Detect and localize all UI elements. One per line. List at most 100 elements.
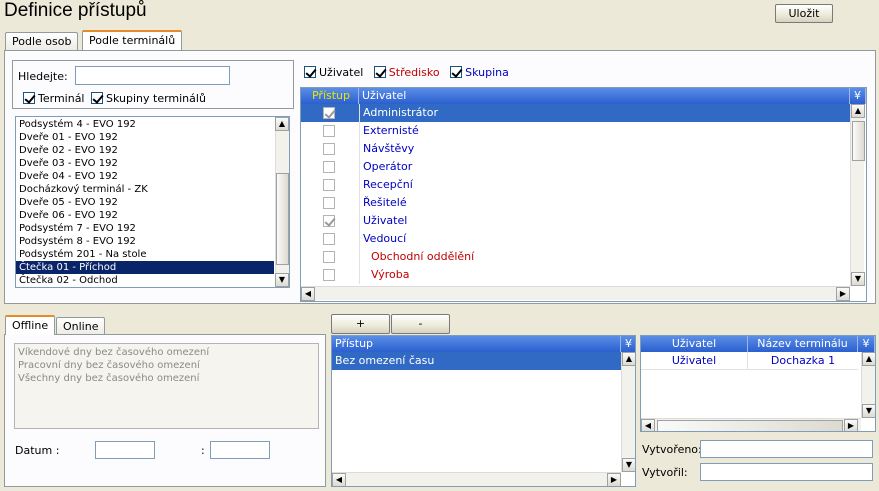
scroll-left-icon[interactable]: ◀	[641, 419, 655, 431]
access-grid-row[interactable]: Výroba	[301, 266, 850, 284]
scroll-left-icon[interactable]: ◀	[301, 287, 315, 301]
terminal-list-item[interactable]: Čtečka 01 - Příchod	[16, 261, 274, 274]
column-chooser-icon[interactable]: ¥	[858, 336, 875, 352]
add-access-button[interactable]: +	[331, 314, 390, 334]
tab-offline[interactable]: Offline	[5, 315, 56, 335]
access-grid-vscroll[interactable]: ▲ ▼	[850, 104, 865, 286]
scroll-down-icon[interactable]: ▼	[622, 458, 635, 472]
offline-list[interactable]: Víkendové dny bez časového omezení Pracov…	[14, 343, 319, 429]
terminal-list-item[interactable]: Dveře 03 - EVO 192	[16, 157, 274, 170]
remove-access-button[interactable]: -	[391, 314, 450, 334]
access-checkbox[interactable]	[323, 269, 335, 281]
terminal-checkbox[interactable]	[23, 92, 35, 104]
ut-vscroll[interactable]: ▲ ▼	[861, 352, 875, 418]
access-checkbox[interactable]	[323, 215, 335, 227]
user-name: Výroba	[371, 268, 410, 281]
access-grid-row[interactable]: Řešitelé	[301, 194, 850, 212]
row-divider	[359, 158, 360, 176]
scroll-right-icon[interactable]: ▶	[607, 473, 621, 486]
scroll-up-icon[interactable]: ▲	[851, 104, 865, 118]
user-terminal-grid: Uživatel Název terminálu ¥ Uživatel Docha…	[640, 335, 876, 432]
scroll-left-icon[interactable]: ◀	[332, 473, 346, 486]
access-checkbox[interactable]	[323, 179, 335, 191]
date-to-input[interactable]	[210, 441, 270, 459]
terminal-list-scrollbar[interactable]: ▲ ▼	[275, 117, 289, 287]
offline-list-item[interactable]: Pracovní dny bez časového omezení	[15, 359, 209, 372]
group-filter-checkbox[interactable]	[450, 66, 463, 78]
access-grid-row[interactable]: Administrátor	[301, 104, 850, 122]
access-checkbox[interactable]	[323, 197, 335, 209]
scroll-thumb[interactable]	[276, 173, 289, 265]
tab-by-terminals[interactable]: Podle terminálů	[82, 30, 183, 50]
row-divider	[359, 266, 360, 284]
access-list-hscroll[interactable]: ◀ ▶	[332, 472, 621, 486]
scroll-up-icon[interactable]: ▲	[275, 117, 289, 131]
save-button[interactable]: Uložit	[775, 4, 833, 23]
terminal-list-item[interactable]: Dveře 06 - EVO 192	[16, 209, 274, 222]
scroll-down-icon[interactable]: ▼	[862, 404, 875, 418]
scroll-thumb[interactable]	[852, 121, 865, 161]
ut-hscroll[interactable]: ◀ ▶	[641, 418, 861, 431]
terminal-list[interactable]: Podsystém 4 - EVO 192 Dveře 01 - EVO 192 D…	[15, 116, 290, 288]
access-grid-row[interactable]: Návštěvy	[301, 140, 850, 158]
access-grid-row[interactable]: Uživatel	[301, 212, 850, 230]
access-checkbox[interactable]	[323, 107, 335, 119]
column-chooser-icon[interactable]: ¥	[621, 336, 635, 352]
access-column-header[interactable]: Přístup	[301, 88, 359, 104]
terminal-list-item[interactable]: Dveře 02 - EVO 192	[16, 144, 274, 157]
row-divider	[359, 104, 360, 122]
user-column-header[interactable]: Uživatel	[359, 88, 850, 104]
access-checkbox[interactable]	[323, 143, 335, 155]
terminal-list-item[interactable]: Čtečka 02 - Odchod	[16, 274, 274, 287]
groups-checkbox[interactable]	[91, 92, 103, 104]
ut-terminal-header[interactable]: Název terminálu	[748, 336, 858, 352]
search-input[interactable]	[75, 66, 230, 85]
offline-list-item[interactable]: Všechny dny bez časového omezení	[15, 372, 209, 385]
offline-panel: Víkendové dny bez časového omezení Pracov…	[4, 334, 326, 487]
access-list-header[interactable]: Přístup	[332, 336, 621, 352]
row-divider	[359, 122, 360, 140]
access-list-vscroll[interactable]: ▲ ▼	[621, 352, 635, 472]
terminal-list-item[interactable]: Docházkový terminál - ZK	[16, 183, 274, 196]
created-by-field[interactable]	[700, 463, 873, 481]
terminal-list-item[interactable]: Podsystém 7 - EVO 192	[16, 222, 274, 235]
scroll-down-icon[interactable]: ▼	[275, 273, 289, 287]
access-checkbox[interactable]	[323, 161, 335, 173]
tab-online[interactable]: Online	[56, 317, 106, 335]
terminal-list-item[interactable]: Dveře 04 - EVO 192	[16, 170, 274, 183]
terminal-list-item[interactable]: Dveře 01 - EVO 192	[16, 131, 274, 144]
created-field[interactable]	[700, 440, 873, 458]
access-checkbox[interactable]	[323, 125, 335, 137]
access-grid-row[interactable]: Operátor	[301, 158, 850, 176]
center-filter-checkbox[interactable]	[373, 66, 386, 78]
terminal-list-item[interactable]: Podsystém 201 - Na stole	[16, 248, 274, 261]
tab-by-persons[interactable]: Podle osob	[5, 32, 79, 50]
access-grid-row[interactable]: Recepční	[301, 176, 850, 194]
access-grid-row[interactable]: Vedoucí	[301, 230, 850, 248]
scroll-right-icon[interactable]: ▶	[844, 419, 858, 431]
terminal-list-item[interactable]: Dveře 05 - EVO 192	[16, 196, 274, 209]
created-label: Vytvořeno:	[642, 443, 702, 456]
user-name: Externisté	[363, 124, 419, 137]
access-grid-row[interactable]: Externisté	[301, 122, 850, 140]
terminal-list-item[interactable]: Podsystém 8 - EVO 192	[16, 235, 274, 248]
access-list-item[interactable]: Bez omezení času	[332, 352, 621, 370]
ut-user-header[interactable]: Uživatel	[641, 336, 748, 352]
date-from-input[interactable]	[95, 441, 155, 459]
terminal-list-item[interactable]: Podsystém 4 - EVO 192	[16, 118, 274, 131]
offline-list-item[interactable]: Víkendové dny bez časového omezení	[15, 346, 209, 359]
scroll-right-icon[interactable]: ▶	[836, 287, 850, 301]
group-filter-label: Skupina	[465, 66, 509, 79]
date-separator: :	[201, 444, 205, 457]
access-grid-row[interactable]: Obchodní oddělění	[301, 248, 850, 266]
user-filter-checkbox[interactable]	[304, 66, 316, 78]
access-grid-hscroll[interactable]: ◀ ▶	[301, 286, 850, 301]
scroll-up-icon[interactable]: ▲	[862, 352, 875, 366]
scroll-down-icon[interactable]: ▼	[851, 272, 865, 286]
access-checkbox[interactable]	[323, 251, 335, 263]
access-checkbox[interactable]	[323, 233, 335, 245]
scroll-thumb[interactable]	[657, 420, 843, 431]
ut-row[interactable]: Uživatel Dochazka 1	[641, 352, 858, 370]
column-chooser-icon[interactable]: ¥	[850, 88, 866, 104]
scroll-up-icon[interactable]: ▲	[622, 352, 635, 366]
